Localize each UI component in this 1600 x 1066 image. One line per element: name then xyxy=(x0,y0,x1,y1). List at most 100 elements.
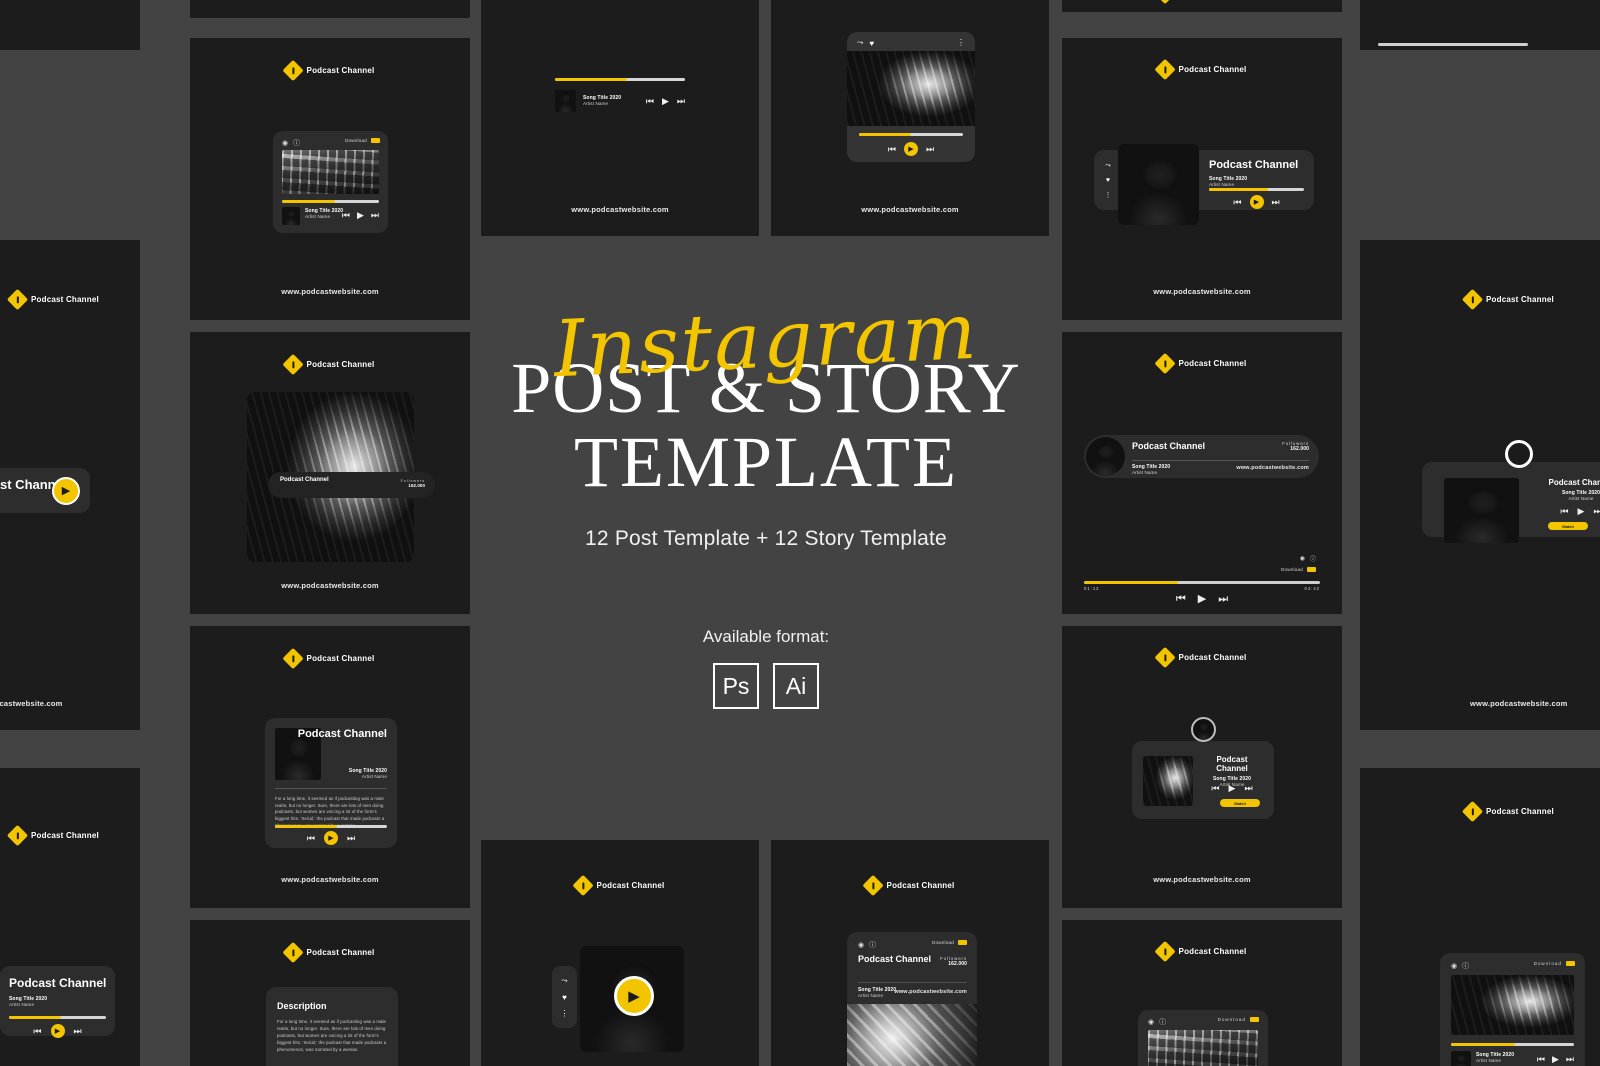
progress-bar[interactable] xyxy=(1378,43,1528,46)
post-card-col2-top-clip[interactable] xyxy=(190,0,470,18)
download-label[interactable]: Download xyxy=(932,940,954,945)
heart-icon[interactable]: ♥ xyxy=(869,39,874,48)
story-card-left-edge-bottom[interactable]: Podcast Channel Podcast Channel Song Tit… xyxy=(0,768,140,1066)
skip-previous-icon[interactable]: ⏮ xyxy=(1211,784,1219,793)
play-button[interactable]: ▶ xyxy=(52,476,80,505)
progress-bar[interactable] xyxy=(555,78,685,81)
progress-bar[interactable] xyxy=(1084,581,1320,584)
progress-bar[interactable] xyxy=(282,200,379,203)
player-panel[interactable]: Podcast Channel Song Title 2020 Artist N… xyxy=(0,966,115,1038)
status-icons[interactable]: ◉ ⓘ xyxy=(1300,554,1316,563)
player-controls[interactable]: ⏮ ▶ ⏭ xyxy=(1527,507,1600,516)
skip-next-icon[interactable]: ⏭ xyxy=(1566,1055,1574,1064)
download-row[interactable]: Download xyxy=(1281,567,1316,572)
record-icon[interactable]: ◉ xyxy=(1451,962,1457,970)
media-player-panel[interactable]: ◉ ⓘ Download Song Title 2020 Artist Name… xyxy=(1440,953,1585,1066)
skip-next-icon[interactable]: ⏭ xyxy=(1593,507,1600,516)
record-icon[interactable]: ◉ xyxy=(858,941,864,949)
share-icon[interactable]: ⤳ xyxy=(1105,162,1111,170)
share-icon[interactable]: ⤳ xyxy=(561,976,567,986)
download-label[interactable]: Download xyxy=(345,138,367,143)
post-card-col5-bottom[interactable]: Podcast Channel ◉ ⓘ Download xyxy=(1062,920,1342,1066)
info-panel[interactable]: ◉ ⓘ Download Podcast Channel Followers 1… xyxy=(847,932,977,1066)
player-bar[interactable]: Podcast Channel Song Title 2020 Artist N… xyxy=(0,468,90,513)
progress-bar[interactable] xyxy=(859,133,963,136)
more-vertical-icon[interactable]: ⋮ xyxy=(561,1009,569,1018)
skip-next-icon[interactable]: ⏭ xyxy=(926,144,934,154)
play-button[interactable]: ▶ xyxy=(614,976,654,1016)
player-controls[interactable]: ⏮ ▶ ⏭ xyxy=(265,831,397,845)
skip-next-icon[interactable]: ⏭ xyxy=(1244,784,1252,793)
progress-bar[interactable] xyxy=(1451,1043,1574,1046)
share-icon[interactable]: ⤳ xyxy=(857,38,863,48)
skip-next-icon[interactable]: ⏭ xyxy=(677,96,685,106)
quote-panel[interactable]: Podcast Channel Song Title 2020 Artist N… xyxy=(265,718,397,848)
progress-bar[interactable] xyxy=(275,825,387,828)
download-icon[interactable] xyxy=(1566,961,1575,966)
post-card-pill-profile[interactable]: Podcast Channel Podcast Channel Follower… xyxy=(1062,332,1342,614)
media-player-panel[interactable]: ◉ ⓘ Download xyxy=(1138,1010,1268,1066)
player-controls[interactable]: ⏮ ▶ ⏭ xyxy=(342,211,379,220)
skip-previous-icon[interactable]: ⏮ xyxy=(1233,197,1241,207)
play-icon[interactable]: ▶ xyxy=(50,1024,65,1038)
heart-icon[interactable]: ♥ xyxy=(562,993,567,1002)
player-controls[interactable]: ⏮ ▶ ⏭ xyxy=(847,142,975,156)
story-card-right-edge-bottom[interactable]: Podcast Channel ◉ ⓘ Download Song Title … xyxy=(1360,768,1600,1066)
post-card-mixer-player[interactable]: Podcast Channel ◉ ⓘ Download Song Title … xyxy=(190,38,470,320)
watch-button[interactable]: Watch xyxy=(1220,799,1260,807)
more-vertical-icon[interactable]: ⋮ xyxy=(957,38,965,47)
progress-bar[interactable] xyxy=(9,1016,106,1019)
skip-previous-icon[interactable]: ⏮ xyxy=(33,1026,41,1036)
skip-previous-icon[interactable]: ⏮ xyxy=(1176,594,1186,605)
post-card-avatar-player[interactable]: Podcast Channel Podcast Channel Song Tit… xyxy=(1062,626,1342,908)
post-card-video-play[interactable]: Podcast Channel ⤳ ♥ ⋮ ▶ xyxy=(481,840,759,1066)
download-icon[interactable] xyxy=(1250,1017,1259,1022)
play-icon[interactable]: ▶ xyxy=(1198,594,1206,605)
skip-previous-icon[interactable]: ⏮ xyxy=(646,96,654,106)
skip-previous-icon[interactable]: ⏮ xyxy=(1537,1055,1545,1064)
player-controls[interactable]: ⏮ ▶ ⏭ xyxy=(0,1024,115,1038)
post-card-wide-player[interactable]: Podcast Channel ⤳ ♥ ⋮ Podcast Channel So… xyxy=(1062,38,1342,320)
post-card-photo-player[interactable]: ⤳ ♥ ⋮ ⏮ ▶ ⏭ www.podcastwebsite.com xyxy=(771,0,1049,236)
skip-next-icon[interactable]: ⏭ xyxy=(371,211,379,220)
player-controls[interactable]: ⏮ ▶ ⏭ xyxy=(1062,594,1342,605)
skip-previous-icon[interactable]: ⏮ xyxy=(307,833,315,843)
skip-next-icon[interactable]: ⏭ xyxy=(74,1026,82,1036)
post-card-slim-player[interactable]: Song Title 2020 Artist Name ⏮ ▶ ⏭ www.po… xyxy=(481,0,759,236)
player-controls[interactable]: ⏮ ▶ ⏭ xyxy=(1209,195,1304,209)
story-card-left-edge-top[interactable] xyxy=(0,0,140,50)
progress-bar[interactable] xyxy=(1209,188,1304,191)
profile-pill[interactable]: Podcast Channel Followers 162.000 Song T… xyxy=(1084,435,1319,478)
download-label[interactable]: Download xyxy=(1534,961,1562,966)
play-icon[interactable]: ▶ xyxy=(1249,195,1264,209)
watch-button[interactable]: Watch xyxy=(1548,522,1588,530)
post-card-info-overlay[interactable]: Podcast Channel ◉ ⓘ Download Podcast Cha… xyxy=(771,840,1049,1066)
download-icon[interactable] xyxy=(371,138,380,143)
heart-icon[interactable]: ♥ xyxy=(1106,177,1110,184)
player-panel[interactable]: Podcast Channel Song Title 2020 Artist N… xyxy=(1422,440,1600,543)
overlay-pill[interactable]: Podcast Channel Followers 162.000 xyxy=(268,472,435,498)
play-icon[interactable]: ▶ xyxy=(1552,1055,1559,1064)
skip-previous-icon[interactable]: ⏮ xyxy=(1560,507,1568,516)
post-card-portrait-overlay[interactable]: Podcast Channel Podcast Channel Follower… xyxy=(190,332,470,614)
play-icon[interactable]: ▶ xyxy=(324,831,338,845)
action-sidebar[interactable]: ⤳ ♥ ⋮ xyxy=(552,966,577,1028)
more-vertical-icon[interactable]: ⋮ xyxy=(1105,191,1112,199)
player-controls[interactable]: ⏮ ▶ ⏭ xyxy=(646,96,685,106)
download-icon[interactable] xyxy=(1307,567,1316,572)
skip-next-icon[interactable]: ⏭ xyxy=(1218,594,1228,605)
download-label[interactable]: Download xyxy=(1281,567,1303,572)
record-icon[interactable]: ◉ xyxy=(1300,555,1305,562)
play-icon[interactable]: ▶ xyxy=(357,211,364,220)
story-card-right-edge-headphones[interactable]: Podcast Channel Podcast Channel Song Tit… xyxy=(1360,240,1600,730)
skip-previous-icon[interactable]: ⏮ xyxy=(342,211,350,220)
player-controls[interactable]: ⏮ ▶ ⏭ xyxy=(1537,1055,1574,1064)
info-icon[interactable]: ⓘ xyxy=(293,138,300,148)
play-icon[interactable]: ▶ xyxy=(1229,784,1236,793)
story-card-right-edge-top[interactable] xyxy=(1360,0,1600,50)
record-icon[interactable]: ◉ xyxy=(282,139,288,147)
skip-next-icon[interactable]: ⏭ xyxy=(347,833,355,843)
download-icon[interactable] xyxy=(958,940,967,945)
play-icon[interactable]: ▶ xyxy=(904,142,918,156)
description-panel[interactable]: Description For a long time, it seemed a… xyxy=(266,987,398,1066)
